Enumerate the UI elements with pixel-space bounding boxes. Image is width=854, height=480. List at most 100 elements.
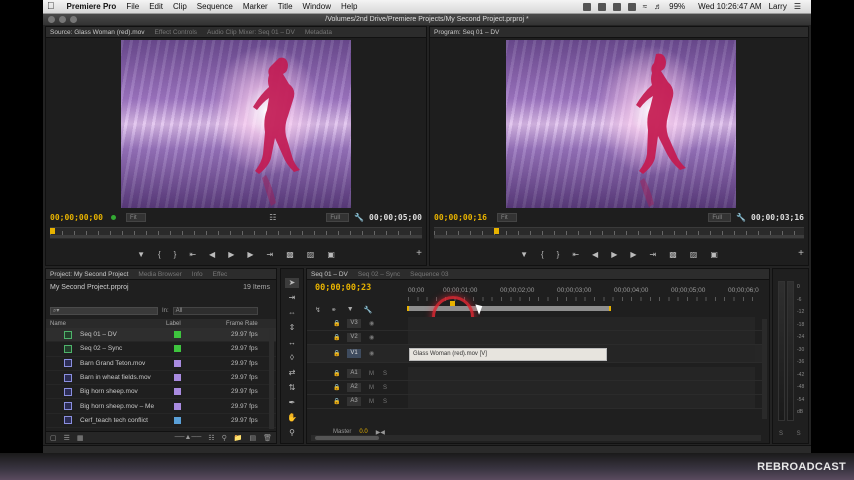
overwrite-icon[interactable]: ▨ [307,250,315,259]
find-icon[interactable]: ⚲ [222,434,227,442]
track-select-tool-icon[interactable]: ⇥ [285,293,299,303]
track-label[interactable]: V2 [347,333,361,342]
source-video-frame[interactable] [121,40,351,208]
source-playhead[interactable] [50,228,55,234]
wrench-icon[interactable]: 🔧 [364,306,373,314]
tab-source[interactable]: Source: Glass Woman (red).mov [50,29,145,36]
track-label[interactable]: V1 [347,349,361,358]
apple-icon[interactable]:  [47,1,55,12]
add-marker-icon[interactable]: ▼ [520,250,528,259]
solo-buttons[interactable]: S S [779,431,807,437]
mute-icon[interactable]: M [369,399,375,405]
hand-tool-icon[interactable]: ✋ [285,413,299,423]
lock-icon[interactable]: 🔒 [333,334,340,341]
wrench-icon[interactable]: 🔧 [354,213,364,222]
label-color-swatch[interactable] [174,331,181,339]
slip-tool-icon[interactable]: ⇄ [285,368,299,378]
new-item-icon[interactable]: ▤ [249,434,256,442]
label-color-swatch[interactable] [174,388,181,396]
export-frame-icon[interactable]: ▣ [327,250,335,259]
audio-track-a1[interactable]: 🔒 A1 M S [307,367,763,381]
ripple-edit-tool-icon[interactable]: ⇔ [285,308,299,318]
source-zoom-select[interactable]: Fit [125,212,146,222]
icon-view-icon[interactable]: ▦ [77,434,84,442]
add-button-icon[interactable]: + [798,248,804,259]
video-track-v1[interactable]: 🔒 V1 ◉ Glass Woman (red).mov [V] [307,345,763,363]
add-button-icon[interactable]: + [416,248,422,259]
menu-marker[interactable]: Marker [243,2,268,11]
track-label[interactable]: A2 [347,383,361,392]
clock[interactable]: Wed 10:26:47 AM [698,2,761,11]
wrench-icon[interactable]: 🔧 [736,213,746,222]
solo-icon[interactable]: S [383,385,389,391]
eye-icon[interactable]: ◉ [369,334,375,341]
settings-icon[interactable]: ☷ [269,213,276,222]
track-label[interactable]: A1 [347,369,361,378]
zoom-slider[interactable]: ──▲── [175,434,202,441]
column-frame-rate[interactable]: Frame Rate [226,321,276,327]
solo-icon[interactable]: S [383,371,389,377]
project-item-row[interactable]: Cerf_teach tech conflict 29.97 fps [46,414,276,429]
export-frame-icon[interactable]: ▣ [710,250,718,259]
go-to-out-icon[interactable]: ⇥ [650,250,657,259]
rate-stretch-tool-icon[interactable]: ↔ [285,338,299,348]
lock-icon[interactable]: 🔒 [333,320,340,327]
mark-in-icon[interactable]: { [541,250,544,259]
menubar-status-icon[interactable] [627,2,636,11]
step-forward-icon[interactable]: ▶ [630,250,636,259]
lock-icon[interactable]: ▢ [50,434,57,442]
track-label[interactable]: V3 [347,319,361,328]
project-item-row[interactable]: Big horn sheep.mov 29.97 fps [46,385,276,400]
column-name[interactable]: Name [46,321,166,327]
project-item-row[interactable]: Barn in wheat fields.mov 29.97 fps [46,371,276,386]
eye-icon[interactable]: ◉ [369,320,375,327]
timeline-timecode[interactable]: 00;00;00;23 [315,283,371,293]
mark-out-icon[interactable]: } [174,250,177,259]
close-window-button[interactable] [48,16,55,23]
play-icon[interactable]: ▶ [611,250,617,259]
go-to-in-icon[interactable]: ⇤ [189,250,196,259]
user-name[interactable]: Larry [769,2,787,11]
mute-icon[interactable]: M [369,385,375,391]
tab-sequence-03[interactable]: Sequence 03 [410,271,448,278]
snap-icon[interactable]: ↯ [315,306,321,314]
insert-icon[interactable]: ▩ [286,250,294,259]
video-track-v2[interactable]: 🔒 V2 ◉ [307,331,763,345]
program-playhead[interactable] [494,228,499,234]
source-time-ruler[interactable] [50,227,422,239]
tab-seq-01[interactable]: Seq 01 – DV [311,271,348,278]
audio-track-a2[interactable]: 🔒 A2 M S [307,381,763,395]
tab-audio-clip-mixer[interactable]: Audio Clip Mixer: Seq 01 – DV [207,29,295,36]
selection-tool-icon[interactable]: ➤ [285,278,299,288]
menu-clip[interactable]: Clip [173,2,187,11]
minimize-window-button[interactable] [59,16,66,23]
program-current-timecode[interactable]: 00;00;00;16 [434,213,487,222]
source-current-timecode[interactable]: 00;00;00;00 [50,213,103,222]
tab-project[interactable]: Project: My Second Project [50,271,128,278]
zoom-window-button[interactable] [70,16,77,23]
razor-tool-icon[interactable]: ◊ [285,353,299,363]
lift-icon[interactable]: ▩ [669,250,677,259]
go-to-out-icon[interactable]: ⇥ [267,250,274,259]
wifi-icon[interactable]: ≈ [643,2,647,11]
list-view-icon[interactable]: ☰ [64,434,70,442]
battery-level[interactable]: 99% [669,2,685,11]
rolling-edit-tool-icon[interactable]: ⇕ [285,323,299,333]
audio-track-a3[interactable]: 🔒 A3 M S [307,395,763,409]
program-resolution-select[interactable]: Full [708,212,732,222]
lock-icon[interactable]: 🔒 [333,384,340,391]
step-back-icon[interactable]: ◀ [592,250,598,259]
mark-out-icon[interactable]: } [557,250,560,259]
pen-tool-icon[interactable]: ✒ [285,398,299,408]
lock-icon[interactable]: 🔒 [333,398,340,405]
menu-help[interactable]: Help [341,2,357,11]
project-scrollbar[interactable] [269,329,274,429]
video-track-v3[interactable]: 🔒 V3 ◉ [307,317,763,331]
go-to-in-icon[interactable]: ⇤ [572,250,579,259]
add-marker-icon[interactable]: ▼ [137,250,145,259]
lock-icon[interactable]: 🔒 [333,370,340,377]
menu-window[interactable]: Window [303,2,331,11]
menubar-status-icon[interactable] [612,2,621,11]
track-label[interactable]: A3 [347,397,361,406]
new-bin-icon[interactable]: 📁 [234,434,243,442]
